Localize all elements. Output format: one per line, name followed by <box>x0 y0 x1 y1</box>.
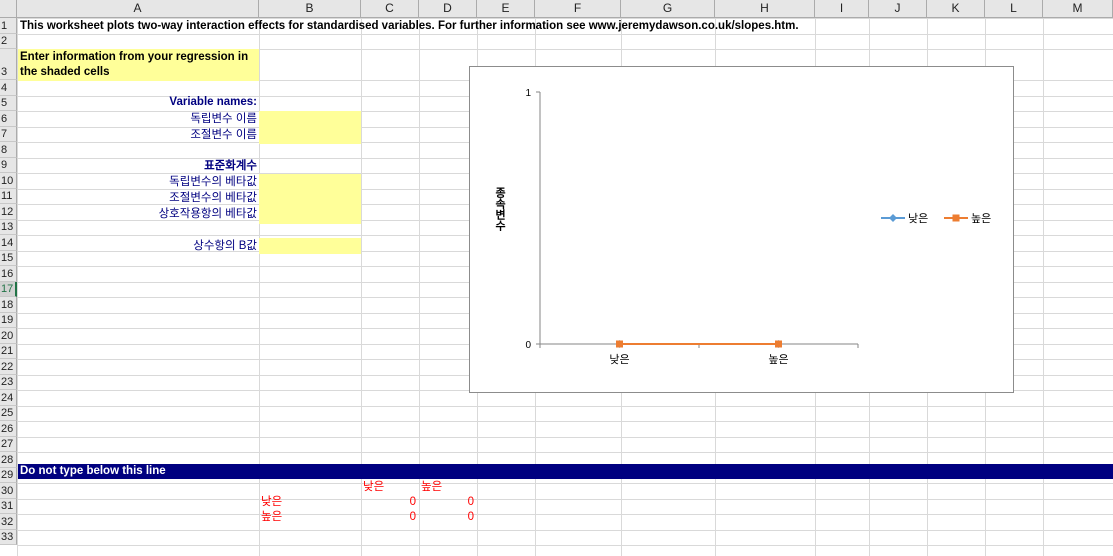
iv-name-label: 독립변수 이름 <box>190 113 257 125</box>
do-not-type-text: Do not type below this line <box>20 465 166 477</box>
column-header-a[interactable]: A <box>17 0 259 18</box>
row-header-2[interactable]: 2 <box>0 34 17 49</box>
grid-row-line <box>17 437 1113 438</box>
row-header-7[interactable]: 7 <box>0 127 17 142</box>
row-header-4[interactable]: 4 <box>0 80 17 96</box>
table-row-low: 낮은 <box>261 496 283 508</box>
mod-beta-label: 조절변수의 베타값 <box>169 192 257 204</box>
grid-row-line <box>17 514 1113 515</box>
grid-row-line <box>17 406 1113 407</box>
row-header-8[interactable]: 8 <box>0 142 17 158</box>
row-header-10[interactable]: 10 <box>0 173 17 189</box>
value-d31: 0 <box>467 496 474 508</box>
row-header-11[interactable]: 11 <box>0 189 17 204</box>
mod-name-label: 조절변수 이름 <box>190 129 257 141</box>
instruction-text: Enter information from your regression i… <box>20 51 249 78</box>
legend-label-0: 낮은 <box>908 212 928 225</box>
row-header-14[interactable]: 14 <box>0 235 17 251</box>
value-d32: 0 <box>467 511 474 523</box>
table-header-low: 낮은 <box>363 481 385 493</box>
row-header-28[interactable]: 28 <box>0 452 17 468</box>
variable-names-label: Variable names: <box>169 96 257 108</box>
row-header-25[interactable]: 25 <box>0 406 17 421</box>
select-all-corner[interactable] <box>0 0 17 18</box>
row-header-16[interactable]: 16 <box>0 266 17 282</box>
row-header-20[interactable]: 20 <box>0 328 17 344</box>
column-header-d[interactable]: D <box>419 0 477 18</box>
y-tick-label: 0 <box>525 340 531 351</box>
row-header-30[interactable]: 30 <box>0 483 17 499</box>
table-row-high: 높은 <box>261 511 283 523</box>
grid-row-line <box>17 499 1113 500</box>
grid-row-line <box>17 483 1113 484</box>
row-header-1[interactable]: 1 <box>0 18 17 34</box>
std-coef-label: 표준화계수 <box>204 160 257 172</box>
column-header-k[interactable]: K <box>927 0 985 18</box>
beta-input-cells[interactable] <box>259 174 361 224</box>
row-header-17[interactable]: 17 <box>0 282 17 297</box>
chart-canvas: 01낮은 높은종속변수 낮은 높은 <box>494 88 992 366</box>
row-header-9[interactable]: 9 <box>0 158 17 173</box>
value-c31: 0 <box>409 496 416 508</box>
row-header-18[interactable]: 18 <box>0 297 17 313</box>
value-c32: 0 <box>409 511 416 523</box>
row-header-29[interactable]: 29 <box>0 468 17 483</box>
do-not-type-band <box>18 464 1113 479</box>
y-tick-label: 1 <box>525 88 531 99</box>
row-header-27[interactable]: 27 <box>0 437 17 452</box>
row-header-21[interactable]: 21 <box>0 344 17 359</box>
x-tick-label: 높은 <box>768 353 788 366</box>
x-tick-label: 낮은 <box>609 353 629 366</box>
row-header-3[interactable]: 3 <box>0 49 17 80</box>
row-header-12[interactable]: 12 <box>0 204 17 220</box>
row-header-13[interactable]: 13 <box>0 220 17 235</box>
row-header-6[interactable]: 6 <box>0 111 17 127</box>
interaction-beta-label: 상호작용항의 베타값 <box>158 208 257 220</box>
legend-label-1: 높은 <box>971 212 991 225</box>
table-header-high: 높은 <box>421 481 443 493</box>
row-header-22[interactable]: 22 <box>0 359 17 375</box>
variable-name-input-cells[interactable] <box>259 111 361 144</box>
grid-row-line <box>17 421 1113 422</box>
constant-input-cell[interactable] <box>259 238 361 254</box>
row-header-23[interactable]: 23 <box>0 375 17 390</box>
column-header-f[interactable]: F <box>535 0 621 18</box>
iv-beta-label: 독립변수의 베타값 <box>169 176 257 188</box>
column-header-m[interactable]: M <box>1043 0 1113 18</box>
series-point-1 <box>616 340 623 348</box>
row-header-33[interactable]: 33 <box>0 530 17 545</box>
row-header-15[interactable]: 15 <box>0 251 17 266</box>
row-header-19[interactable]: 19 <box>0 313 17 328</box>
y-axis-title: 종속변수 <box>494 187 507 232</box>
row-header-31[interactable]: 31 <box>0 499 17 514</box>
column-header-l[interactable]: L <box>985 0 1043 18</box>
grid-row-line <box>17 34 1113 35</box>
spreadsheet-grid[interactable]: ABCDEFGHIJKLM 1 2 3 4 5 6 7 8 9 10 11 12 13 14 15 16 17 1… <box>0 0 1113 556</box>
column-header-c[interactable]: C <box>361 0 419 18</box>
column-header-j[interactable]: J <box>869 0 927 18</box>
column-header-e[interactable]: E <box>477 0 535 18</box>
grid-row-line <box>17 452 1113 453</box>
legend-marker-0 <box>889 214 897 222</box>
column-header-h[interactable]: H <box>715 0 815 18</box>
row-header-24[interactable]: 24 <box>0 390 17 406</box>
column-header-g[interactable]: G <box>621 0 715 18</box>
constant-b-label: 상수항의 B값 <box>193 240 257 252</box>
interaction-chart[interactable]: 0 1 낮은 높은 종속변수 낮은 높은 <box>469 66 1014 393</box>
intro-text: This worksheet plots two-way interaction… <box>20 20 799 32</box>
legend-marker-1 <box>952 214 960 222</box>
row-header-26[interactable]: 26 <box>0 421 17 437</box>
row-header-5[interactable]: 5 <box>0 96 17 111</box>
column-header-b[interactable]: B <box>259 0 361 18</box>
grid-row-line <box>17 530 1113 531</box>
column-header-i[interactable]: I <box>815 0 869 18</box>
row-header-32[interactable]: 32 <box>0 514 17 530</box>
series-point-1 <box>775 340 782 348</box>
grid-row-line <box>17 545 1113 546</box>
